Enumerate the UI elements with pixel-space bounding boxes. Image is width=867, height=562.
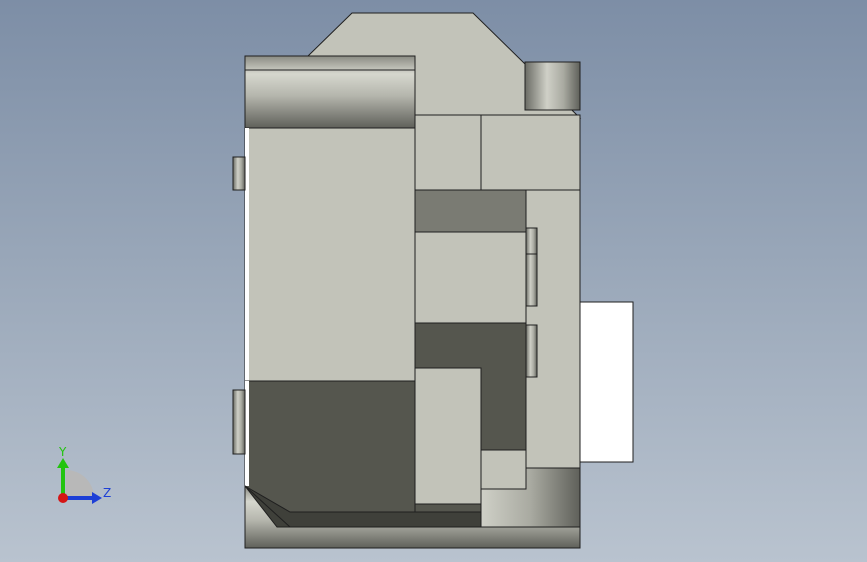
- cad-viewport[interactable]: Y Z: [0, 0, 867, 562]
- triad-plane-arc: [66, 470, 94, 498]
- left-dark-face: [244, 380, 416, 513]
- right-top-cylinder: [524, 61, 581, 111]
- pocket-lower-face: [414, 367, 482, 505]
- z-axis-arrow: [92, 492, 102, 504]
- pin-right-1: [525, 227, 538, 307]
- y-axis-label: Y: [58, 445, 67, 459]
- right-upper-face: [414, 114, 581, 191]
- left-white-strip: [245, 128, 249, 381]
- orientation-triad[interactable]: Y Z: [57, 445, 111, 504]
- pocket-step-face: [480, 449, 527, 490]
- right-white-block: [579, 301, 634, 463]
- left-main-face: [244, 127, 416, 382]
- bottom-dark-ledge: [414, 503, 482, 513]
- left-top-cylinder: [244, 55, 416, 129]
- pin-left-top: [232, 156, 246, 191]
- pin-left-bottom: [232, 389, 246, 455]
- z-axis-label: Z: [103, 486, 111, 500]
- triad-origin: [58, 493, 68, 503]
- pocket-light-face: [414, 231, 527, 324]
- pocket-dark-grey: [414, 189, 527, 233]
- y-axis-arrow: [57, 458, 69, 468]
- left-white-strip-lower: [245, 381, 249, 486]
- part-model[interactable]: [232, 12, 634, 549]
- pin-right-2: [525, 324, 538, 378]
